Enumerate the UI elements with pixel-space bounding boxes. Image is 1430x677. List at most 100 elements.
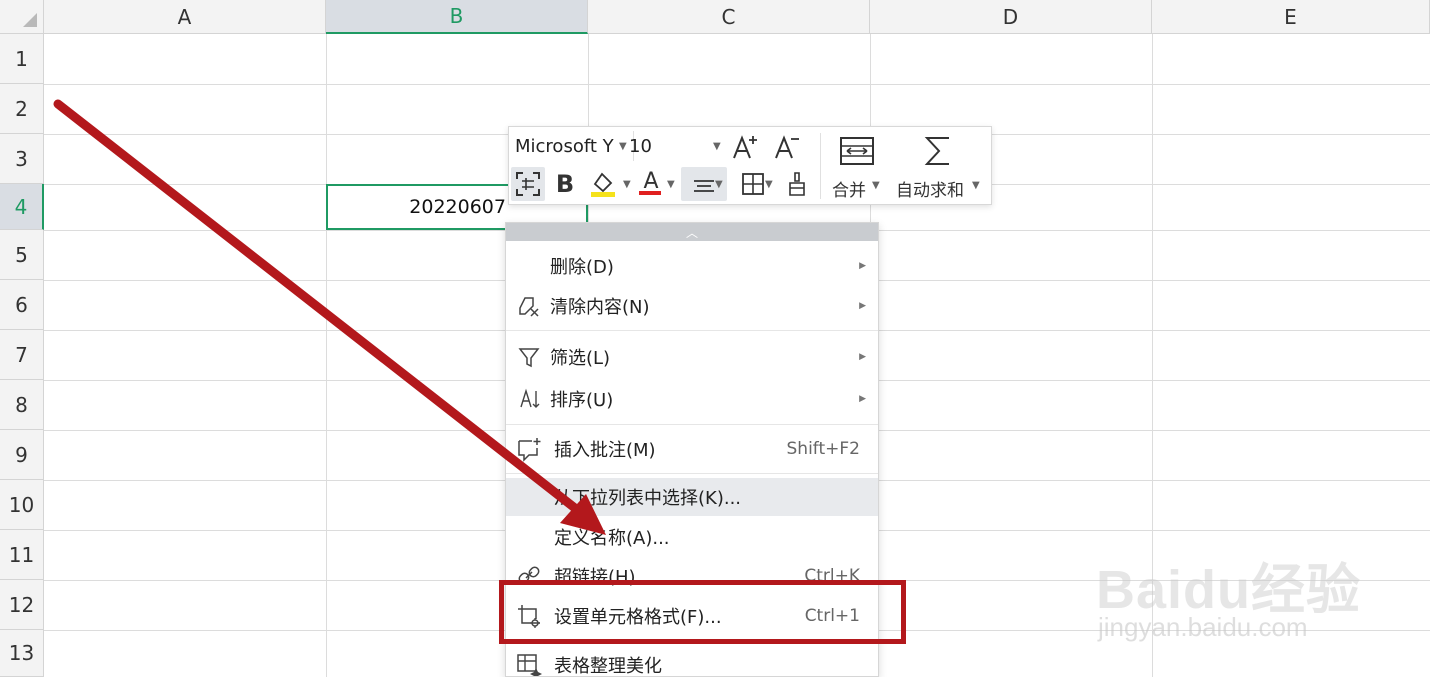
select-all-triangle-icon	[23, 13, 37, 27]
row-header-9[interactable]: 9	[0, 430, 44, 480]
bold-button[interactable]: B	[549, 167, 581, 201]
merge-cells-icon	[840, 137, 874, 165]
row-header-label: 1	[15, 46, 28, 71]
row-header-label: 4	[14, 194, 28, 219]
menu-item-label: 筛选(L)	[550, 348, 611, 369]
row-header-label: 9	[15, 442, 28, 467]
merge-label[interactable]: 合并	[832, 176, 866, 201]
format-brush-icon	[789, 172, 805, 196]
decrease-font-size-button[interactable]	[771, 131, 803, 163]
menu-item-table-beautify[interactable]: 表格整理美化	[506, 646, 878, 677]
font-shrink-icon	[775, 135, 799, 159]
column-header-e[interactable]: E	[1152, 0, 1430, 34]
submenu-arrow-icon: ▶	[859, 352, 866, 362]
chevron-down-icon: ▼	[619, 141, 627, 152]
chevron-down-icon: ▼	[667, 179, 675, 190]
watermark-url: jingyan.baidu.com	[1098, 612, 1308, 642]
chevron-down-icon: ▼	[972, 180, 980, 191]
row-header-2[interactable]: 2	[0, 84, 44, 134]
row-header-label: 11	[8, 542, 35, 567]
font-size-select[interactable]: 10 ▼	[629, 131, 725, 161]
menu-item-label: 插入批注(M)	[554, 440, 656, 461]
sigma-icon	[924, 137, 949, 165]
menu-item-define-name[interactable]: 定义名称(A)...	[506, 518, 878, 556]
select-range-icon	[516, 172, 540, 196]
font-size-value: 10	[629, 135, 652, 157]
menu-item-label: 表格整理美化	[554, 656, 662, 677]
column-header-b[interactable]: B	[326, 0, 588, 34]
format-painter-select-button[interactable]	[511, 167, 545, 201]
row-header-11[interactable]: 11	[0, 530, 44, 580]
row-header-4[interactable]: 4	[0, 184, 44, 230]
menu-separator	[506, 330, 878, 331]
paint-bucket-icon	[591, 172, 615, 197]
menu-scroll-up[interactable]: ︿	[506, 223, 878, 241]
column-header-label: E	[1284, 4, 1297, 29]
column-header-label: B	[449, 4, 464, 28]
column-header-a[interactable]: A	[44, 0, 326, 34]
row-header-label: 12	[8, 592, 35, 617]
menu-item-pick-from-dropdown[interactable]: 从下拉列表中选择(K)...	[506, 478, 878, 516]
font-grow-icon	[733, 135, 757, 159]
fill-color-button[interactable]: ▼	[585, 167, 631, 201]
row-header-1[interactable]: 1	[0, 34, 44, 84]
row-header-label: 2	[15, 96, 28, 121]
chevron-down-icon: ▼	[765, 179, 773, 190]
chevron-down-icon: ▼	[623, 179, 631, 190]
chevron-down-icon: ▼	[713, 141, 721, 152]
column-header-label: A	[177, 4, 192, 29]
merge-button[interactable]	[829, 131, 885, 171]
row-header-5[interactable]: 5	[0, 230, 44, 280]
font-name-select[interactable]: Microsoft Y ▼	[513, 131, 634, 161]
comment-icon	[516, 436, 542, 462]
format-painter-button[interactable]	[783, 167, 811, 201]
row-header-label: 7	[15, 342, 28, 367]
row-header-7[interactable]: 7	[0, 330, 44, 380]
menu-item-sort[interactable]: 排序(U) ▶	[506, 380, 878, 418]
submenu-arrow-icon: ▶	[859, 394, 866, 404]
font-color-icon: A	[643, 168, 659, 194]
menu-item-label: 排序(U)	[550, 390, 614, 411]
table-beautify-icon	[516, 652, 542, 676]
menu-item-insert-comment[interactable]: 插入批注(M) Shift+F2	[506, 430, 878, 468]
row-header-8[interactable]: 8	[0, 380, 44, 430]
row-header-13[interactable]: 13	[0, 630, 44, 677]
border-grid-icon	[742, 173, 764, 195]
submenu-arrow-icon: ▶	[859, 261, 866, 271]
menu-item-label: 从下拉列表中选择(K)...	[554, 488, 742, 509]
floating-format-toolbar: Microsoft Y ▼ 10 ▼ 合并 ▼ 自动求和 ▼ B ▼ A ▼ ▼…	[508, 126, 992, 205]
row-header-label: 5	[15, 242, 28, 267]
menu-item-filter[interactable]: 筛选(L) ▶	[506, 338, 878, 376]
menu-item-shortcut: Shift+F2	[786, 439, 860, 459]
row-header-6[interactable]: 6	[0, 280, 44, 330]
column-header-label: D	[1002, 4, 1019, 29]
autosum-label[interactable]: 自动求和	[896, 176, 964, 201]
row-header-3[interactable]: 3	[0, 134, 44, 184]
menu-item-delete[interactable]: 删除(D) ▶	[506, 247, 878, 285]
sort-icon	[516, 386, 542, 412]
cell-value: 20220607	[409, 196, 506, 218]
menu-item-clear-contents[interactable]: 清除内容(N) ▶	[506, 287, 878, 325]
row-header-10[interactable]: 10	[0, 480, 44, 530]
font-color-button[interactable]: A ▼	[635, 167, 675, 201]
menu-item-label: 定义名称(A)...	[554, 528, 670, 549]
autosum-button[interactable]	[914, 131, 962, 171]
increase-font-size-button[interactable]	[729, 131, 761, 163]
menu-item-label: 删除(D)	[550, 257, 614, 278]
column-header-label: C	[721, 4, 736, 29]
row-header-label: 6	[15, 292, 28, 317]
select-all-corner[interactable]	[0, 0, 44, 34]
chevron-down-icon: ▼	[715, 179, 723, 190]
column-header-d[interactable]: D	[870, 0, 1152, 34]
borders-button[interactable]: ▼	[733, 167, 773, 201]
row-header-label: 10	[8, 492, 35, 517]
column-header-c[interactable]: C	[588, 0, 870, 34]
filter-icon	[516, 344, 542, 370]
font-name-value: Microsoft Y	[515, 135, 614, 157]
font-color-bar	[639, 191, 661, 195]
row-header-label: 8	[15, 392, 28, 417]
row-header-label: 3	[15, 146, 28, 171]
align-center-icon	[694, 180, 714, 192]
row-header-12[interactable]: 12	[0, 580, 44, 630]
align-center-button[interactable]: ▼	[681, 167, 727, 201]
